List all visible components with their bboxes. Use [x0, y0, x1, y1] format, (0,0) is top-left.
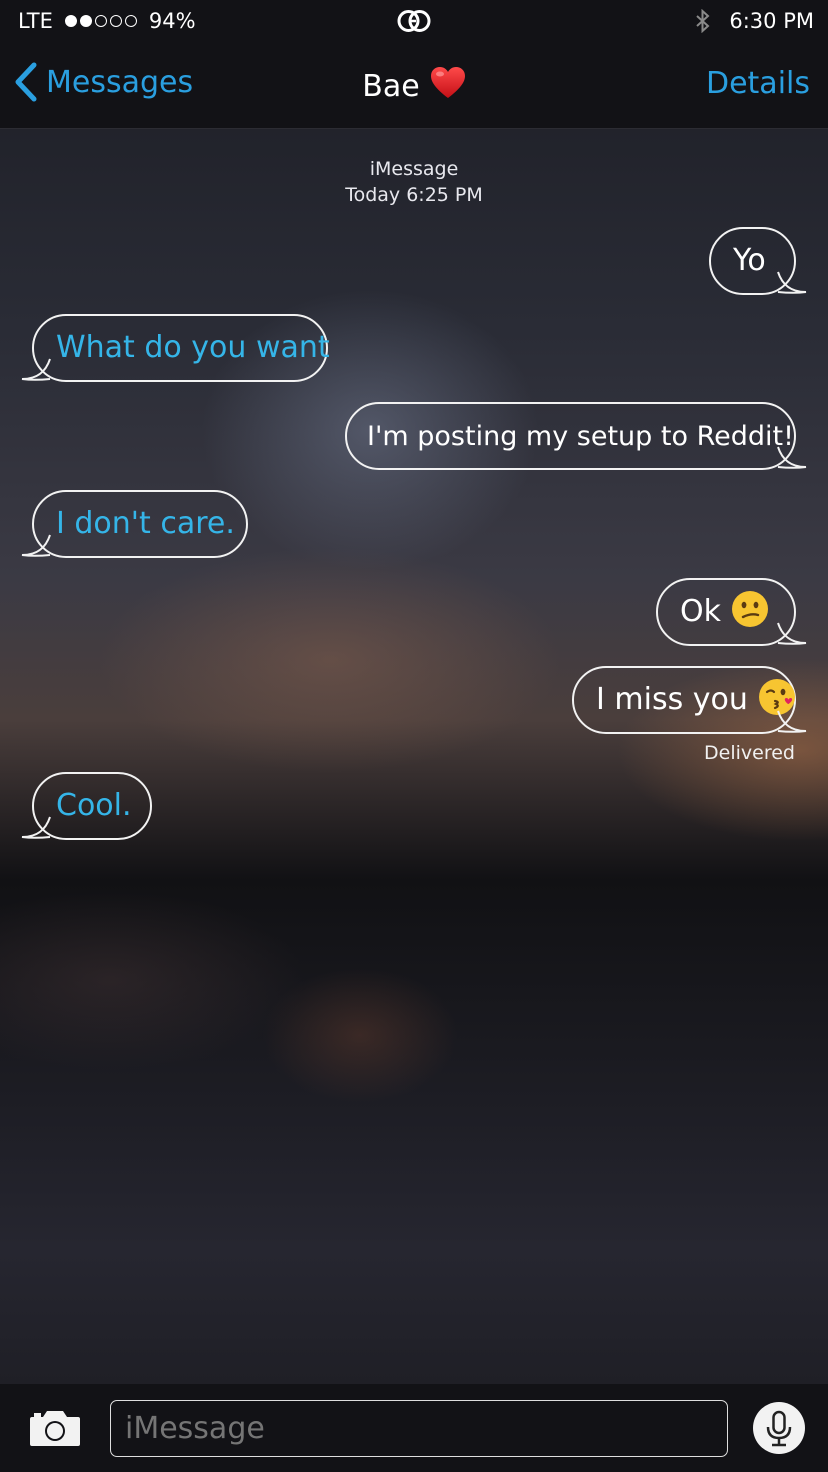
conversation-header: iMessage Today 6:25 PM [0, 156, 828, 208]
camera-icon[interactable] [28, 1408, 82, 1448]
message-text: Cool. [56, 788, 132, 823]
message-bubble-sent[interactable]: I'm posting my setup to Reddit! [345, 402, 807, 470]
clock-time: 6:30 PM [729, 9, 814, 33]
carrier-label: LTE [18, 9, 53, 33]
bubble-tail [777, 710, 807, 733]
bubble-tail [777, 446, 807, 469]
message-bubble-sent[interactable]: Yo [709, 227, 807, 295]
message-bubble-sent[interactable]: Ok [656, 578, 807, 646]
signal-dot [109, 15, 122, 27]
confused-face-icon [732, 591, 768, 627]
gucci-logo-icon [397, 10, 431, 32]
conversation-timestamp: Today 6:25 PM [345, 184, 483, 206]
bubble-tail [777, 271, 807, 294]
signal-strength-icon [64, 15, 137, 27]
bubble-tail [21, 816, 51, 839]
wallpaper-background [0, 0, 828, 1472]
bubble-tail [21, 358, 51, 381]
heart-emoji-icon [430, 67, 465, 98]
message-text: Yo [733, 243, 766, 278]
message-bubble-received[interactable]: I don't care. [21, 490, 248, 558]
service-label: iMessage [369, 158, 459, 180]
signal-dot [64, 15, 77, 27]
delivered-status: Delivered [704, 742, 795, 764]
signal-dot [79, 15, 92, 27]
status-bar: LTE 94% 6:30 PM [0, 0, 828, 42]
message-text: I'm posting my setup to Reddit! [367, 421, 794, 452]
message-bubble-received[interactable]: Cool. [21, 772, 152, 840]
message-text: I miss you [596, 682, 748, 717]
bluetooth-icon [696, 9, 710, 33]
message-text: Ok [680, 594, 721, 629]
contact-name: Bae [362, 69, 420, 104]
details-button[interactable]: Details [706, 66, 810, 101]
microphone-button[interactable] [753, 1402, 805, 1454]
status-left: LTE 94% [18, 9, 196, 33]
status-right: 6:30 PM [695, 9, 814, 33]
message-input-bar [0, 1384, 828, 1472]
message-text-field[interactable] [110, 1400, 728, 1457]
message-text: I don't care. [56, 506, 235, 541]
battery-percent: 94% [148, 9, 196, 33]
signal-dot [94, 15, 107, 27]
message-bubble-received[interactable]: What do you want [21, 314, 330, 382]
conversation-title[interactable]: Bae [0, 66, 828, 104]
microphone-icon [766, 1410, 792, 1447]
message-bubble-sent[interactable]: I miss you [572, 666, 807, 734]
bubble-tail [777, 622, 807, 645]
message-text: What do you want [56, 330, 330, 365]
bubble-tail [21, 534, 51, 557]
signal-dot [124, 15, 137, 27]
nav-bar: Messages Bae Details [0, 42, 828, 129]
